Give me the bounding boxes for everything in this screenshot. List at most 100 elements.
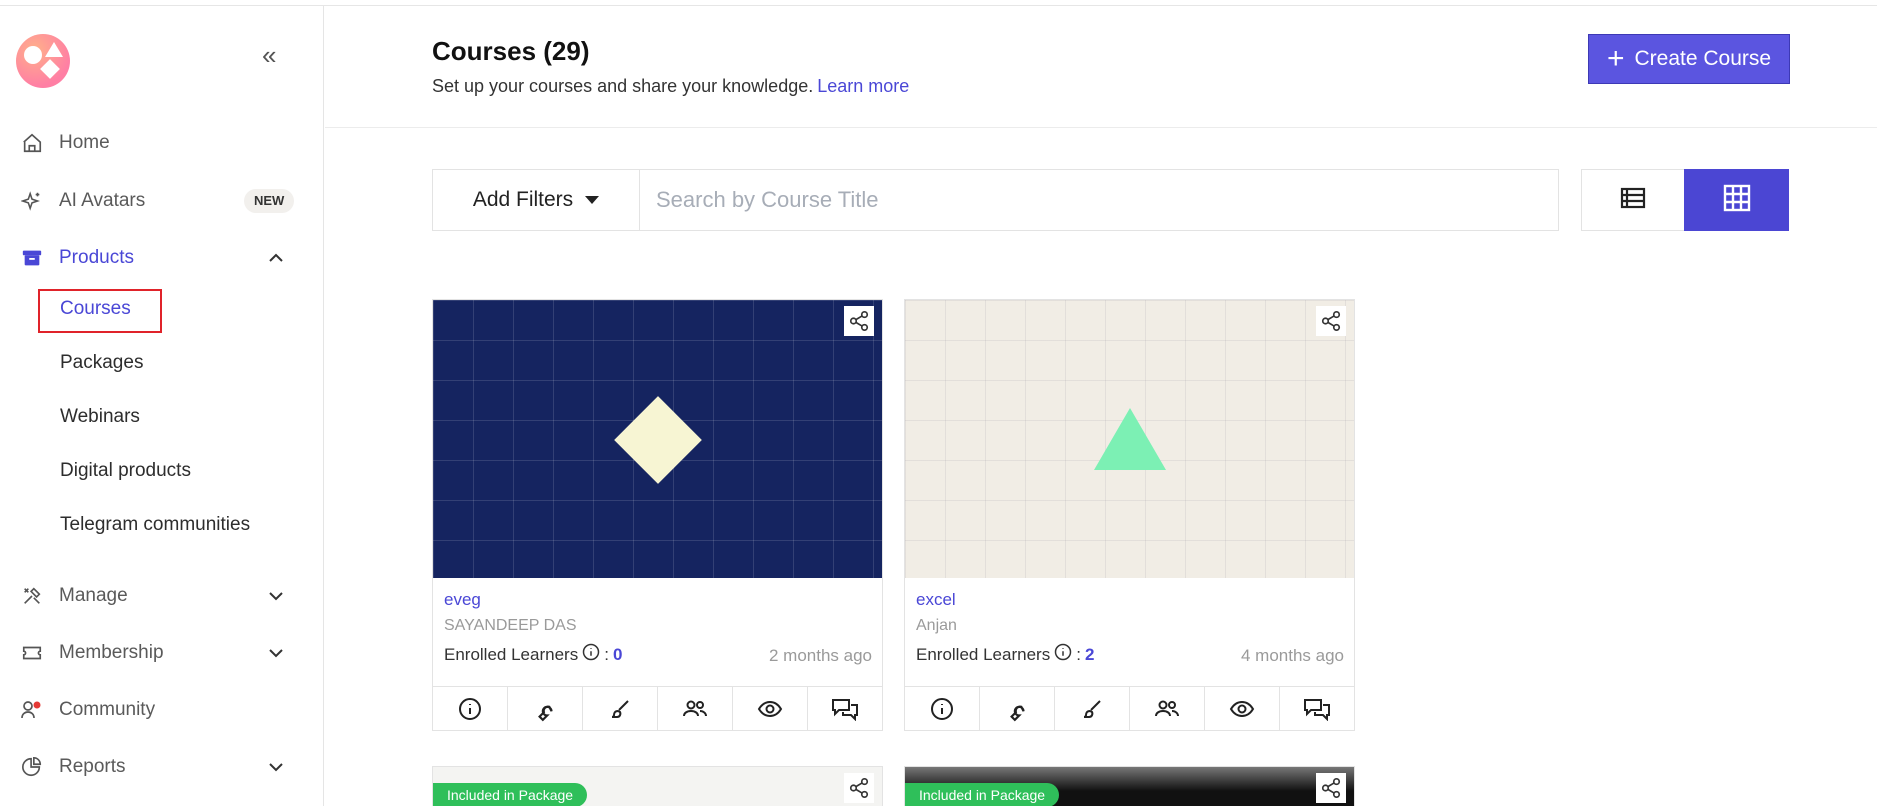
home-icon (20, 131, 44, 155)
sidebar-item-manage[interactable]: Manage (0, 574, 324, 618)
learn-more-link[interactable]: Learn more (817, 76, 909, 96)
chevron-down-icon (266, 586, 286, 606)
course-learners-button[interactable] (1130, 687, 1205, 731)
enrolled-count: 0 (612, 644, 623, 664)
triangle-shape (1094, 408, 1166, 470)
sidebar: « Home AI Avatars NEW Products Courses P… (0, 6, 324, 806)
archive-box-icon (20, 246, 44, 270)
enrolled-count: 2 (1084, 644, 1095, 664)
sidebar-item-products[interactable]: Products (0, 236, 324, 280)
included-in-package-badge: Included in Package (905, 783, 1060, 806)
info-icon[interactable] (582, 643, 600, 666)
chat-users-icon (20, 698, 44, 722)
eye-icon (1229, 700, 1255, 718)
new-badge: NEW (244, 189, 295, 213)
ticket-icon (20, 641, 44, 665)
course-info-button[interactable] (905, 687, 980, 731)
sidebar-item-label: Community (59, 699, 156, 720)
course-card[interactable]: eveg SAYANDEEP DAS Enrolled Learners : 0… (432, 299, 883, 731)
add-filters-dropdown[interactable]: Add Filters (432, 169, 640, 231)
pie-chart-icon (20, 755, 44, 779)
course-title[interactable]: excel (916, 590, 956, 610)
sidebar-item-label: Manage (59, 585, 128, 606)
course-discussion-button[interactable] (1280, 687, 1354, 731)
create-course-button[interactable]: + Create Course (1588, 34, 1790, 84)
course-actions (905, 686, 1354, 731)
course-design-button[interactable] (583, 687, 658, 731)
course-thumbnail[interactable] (905, 300, 1354, 578)
brand-logo[interactable] (16, 34, 70, 88)
sidebar-item-reports[interactable]: Reports (0, 745, 324, 789)
sidebar-subitem-digital-products[interactable]: Digital products (60, 460, 191, 482)
course-preview-button[interactable] (733, 687, 808, 731)
brush-icon (1083, 700, 1101, 718)
sidebar-item-community[interactable]: Community (0, 688, 324, 732)
share-icon[interactable] (844, 773, 874, 803)
sidebar-item-membership[interactable]: Membership (0, 631, 324, 675)
chevron-down-icon (266, 643, 286, 663)
create-course-label: Create Course (1634, 47, 1772, 70)
diamond-shape (614, 396, 702, 484)
subtitle-text: Set up your courses and share your knowl… (432, 76, 814, 96)
selection-highlight (38, 289, 162, 333)
info-icon (459, 698, 481, 720)
search-input[interactable] (639, 169, 1559, 231)
course-settings-button[interactable] (508, 687, 583, 731)
course-settings-button[interactable] (980, 687, 1055, 731)
share-icon[interactable] (844, 306, 874, 336)
chat-bubbles-icon (832, 699, 858, 721)
app-root: « Home AI Avatars NEW Products Courses P… (0, 0, 1877, 806)
course-info-button[interactable] (433, 687, 508, 731)
course-author: Anjan (916, 617, 957, 634)
course-preview-button[interactable] (1205, 687, 1280, 731)
collapse-sidebar-icon[interactable]: « (262, 42, 288, 68)
course-design-button[interactable] (1055, 687, 1130, 731)
sidebar-subitem-webinars[interactable]: Webinars (60, 406, 140, 428)
list-view-icon (1620, 187, 1646, 214)
enrolled-learners: Enrolled Learners : 0 (444, 643, 622, 666)
sidebar-item-label: Home (59, 132, 110, 153)
sidebar-item-ai-avatars[interactable]: AI Avatars NEW (0, 179, 324, 223)
sidebar-item-label: Reports (59, 756, 126, 777)
grid-view-icon (1723, 184, 1751, 217)
sidebar-subitem-packages[interactable]: Packages (60, 352, 143, 374)
add-filters-label: Add Filters (472, 188, 574, 211)
info-icon[interactable] (1054, 643, 1072, 666)
sidebar-item-label: AI Avatars (59, 190, 146, 211)
sidebar-item-label: Membership (59, 642, 164, 663)
users-icon (1155, 700, 1179, 717)
sidebar-item-label: Products (59, 247, 134, 268)
course-thumbnail[interactable] (433, 300, 882, 578)
plus-icon: + (1606, 42, 1625, 75)
course-actions (433, 686, 882, 731)
chat-bubbles-icon (1304, 699, 1330, 721)
share-icon[interactable] (1316, 306, 1346, 336)
colon-separator: : (1076, 644, 1081, 664)
colon-separator: : (604, 644, 609, 664)
page-subtitle: Set up your courses and share your knowl… (432, 76, 909, 97)
course-discussion-button[interactable] (808, 687, 882, 731)
course-title[interactable]: eveg (444, 590, 481, 610)
caret-down-icon (585, 196, 600, 204)
course-card[interactable]: excel Anjan Enrolled Learners : 2 4 mont… (904, 299, 1355, 731)
users-icon (683, 700, 707, 717)
sidebar-subitem-telegram-communities[interactable]: Telegram communities (60, 514, 250, 536)
list-view-button[interactable] (1581, 169, 1685, 231)
enrolled-label: Enrolled Learners (916, 644, 1051, 664)
course-updated-time: 4 months ago (1240, 646, 1344, 665)
enrolled-learners: Enrolled Learners : 2 (916, 643, 1094, 666)
share-icon[interactable] (1316, 773, 1346, 803)
course-learners-button[interactable] (658, 687, 733, 731)
brush-icon (611, 700, 629, 718)
course-card[interactable]: Included in Package (432, 766, 883, 806)
enrolled-label: Enrolled Learners (444, 644, 579, 664)
chevron-down-icon (266, 757, 286, 777)
sidebar-item-home[interactable]: Home (0, 121, 324, 165)
course-card[interactable]: Included in Package (904, 766, 1355, 806)
grid-view-button[interactable] (1684, 169, 1789, 231)
eye-icon (757, 700, 783, 718)
included-in-package-badge: Included in Package (433, 783, 588, 806)
sparkles-icon (20, 189, 44, 213)
info-icon (931, 698, 953, 720)
chevron-up-icon (266, 248, 286, 268)
